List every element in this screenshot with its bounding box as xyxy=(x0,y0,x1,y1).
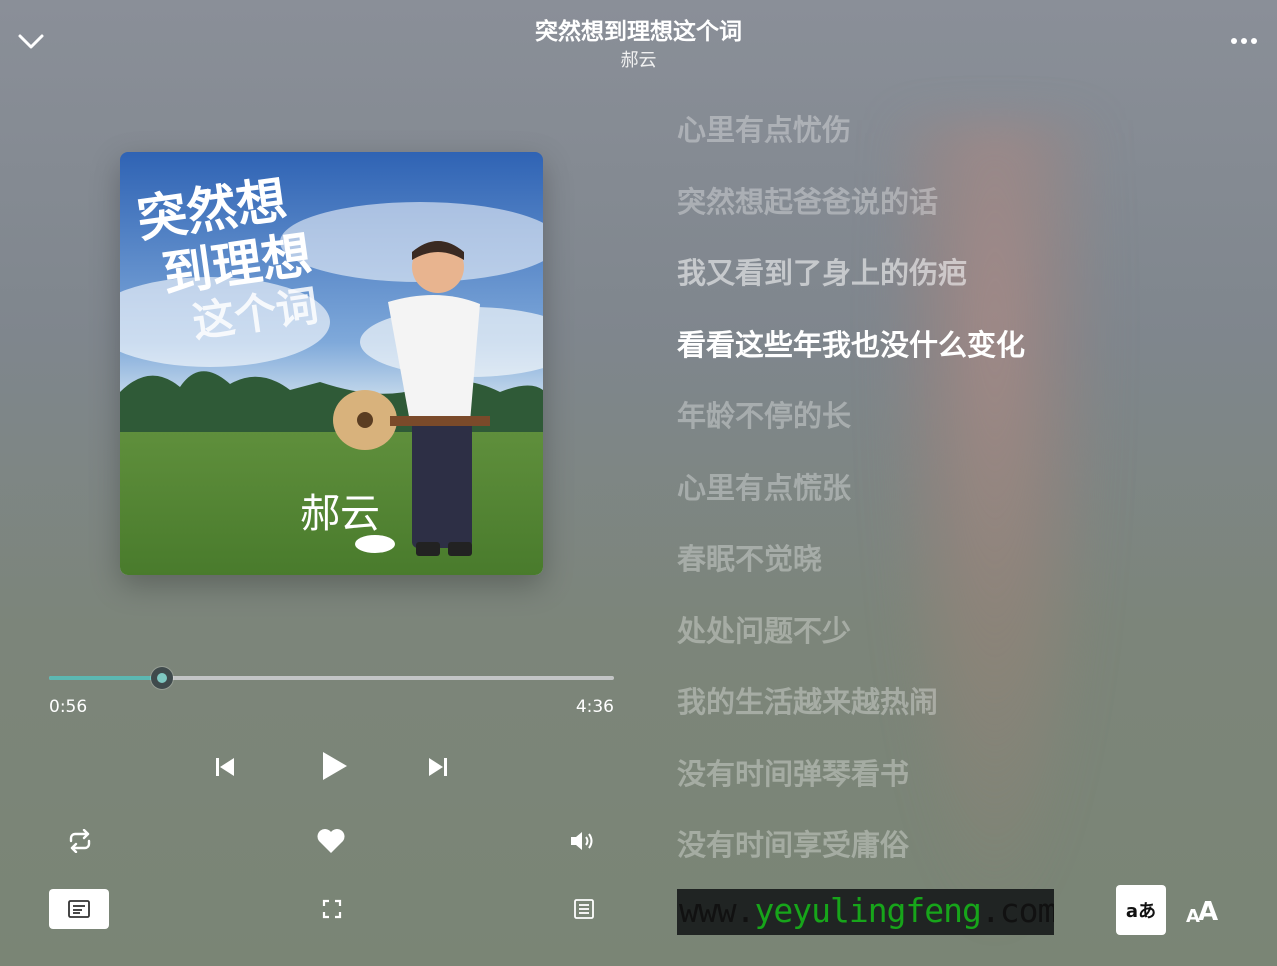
lyric-line[interactable]: 突然想起爸爸说的话 xyxy=(677,180,1237,252)
playlist-icon[interactable] xyxy=(568,893,600,925)
lyric-line-current[interactable]: 看看这些年我也没什么变化 xyxy=(677,323,1237,395)
lyric-line[interactable]: 春眠不觉晓 xyxy=(677,537,1237,609)
volume-icon[interactable] xyxy=(565,824,599,858)
watermark-domain: yeyulingfeng xyxy=(754,891,981,930)
watermark-www: www. xyxy=(679,891,755,930)
song-artist[interactable]: 郝云 xyxy=(0,46,1277,72)
font-size-large-label: A xyxy=(1197,897,1219,927)
top-bar: 突然想到理想这个词 郝云 xyxy=(0,0,1277,80)
lyric-line[interactable]: 我又看到了身上的伤疤 xyxy=(677,251,1237,323)
lyric-line[interactable]: 处处问题不少 xyxy=(677,609,1237,681)
cover-artist-text: 郝云 xyxy=(300,491,380,536)
fullscreen-icon[interactable] xyxy=(316,893,348,925)
progress-slider[interactable] xyxy=(49,667,614,689)
progress-thumb[interactable] xyxy=(151,667,173,689)
progress-fill xyxy=(49,676,162,680)
play-icon[interactable] xyxy=(314,746,354,786)
lyric-line[interactable]: 没有时间弹琴看书 xyxy=(677,752,1237,824)
lyric-line[interactable]: 年龄不停的长 xyxy=(677,394,1237,466)
lyrics-toggle-icon xyxy=(68,900,90,918)
album-cover: 突然想 到理想 这个词 郝云 xyxy=(120,152,543,575)
translation-button[interactable]: aあ xyxy=(1116,885,1166,935)
previous-icon[interactable] xyxy=(208,750,242,784)
font-size-button[interactable]: AA xyxy=(1186,893,1222,927)
lyric-line[interactable]: 我的生活越来越热闹 xyxy=(677,680,1237,752)
elapsed-time: 0:56 xyxy=(49,697,88,717)
next-icon[interactable] xyxy=(421,750,455,784)
repeat-icon[interactable] xyxy=(63,824,97,858)
heart-icon[interactable] xyxy=(314,824,348,858)
lyric-line[interactable]: 心里有点慌张 xyxy=(677,466,1237,538)
song-title: 突然想到理想这个词 xyxy=(535,19,742,45)
total-time: 4:36 xyxy=(575,697,614,717)
lyric-line[interactable]: 心里有点忧伤 xyxy=(677,108,1237,180)
watermark-tld: .com xyxy=(980,891,1054,930)
lyrics-panel[interactable]: 心里有点忧伤 突然想起爸爸说的话 我又看到了身上的伤疤 看看这些年我也没什么变化 年龄不… xyxy=(677,108,1237,895)
watermark-banner: www.yeyulingfeng.com xyxy=(677,889,1054,935)
lyrics-toggle-button[interactable] xyxy=(49,889,109,929)
lyric-line[interactable]: 没有时间享受庸俗 xyxy=(677,823,1237,895)
more-horizontal-icon[interactable] xyxy=(1229,30,1259,52)
